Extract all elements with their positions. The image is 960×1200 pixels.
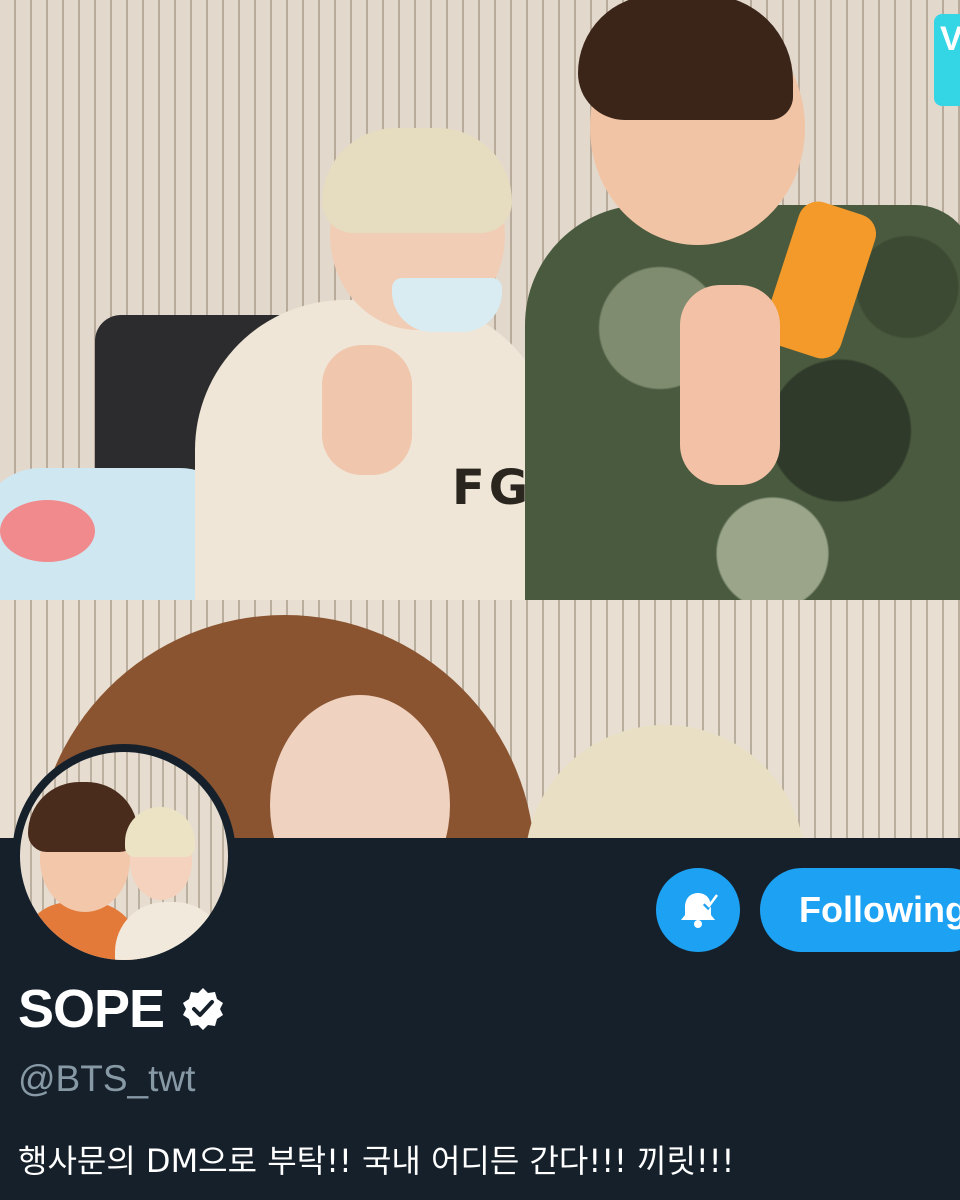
vlive-v-icon: V <box>940 20 960 58</box>
verified-badge-icon <box>183 988 224 1030</box>
thumbs-up-hand <box>322 345 412 475</box>
avatar-person2-hair <box>125 807 195 857</box>
face-mask <box>392 278 502 332</box>
name-row: SOPE <box>18 978 226 1040</box>
following-button[interactable]: Following <box>760 868 960 952</box>
vlive-logo: V <box>934 14 960 106</box>
shirt-print: FG <box>452 460 533 516</box>
notifications-button[interactable] <box>656 868 740 952</box>
person-right-hair <box>578 0 793 120</box>
avatar-person1-hair <box>28 782 138 852</box>
avatar-photo <box>20 752 228 960</box>
profile-bio: 행사문의 DM으로 부탁!! 국내 어디든 간다!!! 끼릿!!! <box>18 1142 735 1180</box>
user-handle: @BTS_twt <box>18 1058 196 1099</box>
avatar-person2-body <box>115 902 225 960</box>
display-name: SOPE <box>18 979 165 1039</box>
bell-check-icon <box>681 893 719 928</box>
banner-person2-hair <box>525 725 805 838</box>
peace-sign-hand <box>680 285 780 485</box>
person-left-hair <box>322 128 512 233</box>
pillow-nose <box>0 500 95 562</box>
avatar[interactable] <box>12 744 236 968</box>
top-photo: FG V <box>0 0 960 600</box>
